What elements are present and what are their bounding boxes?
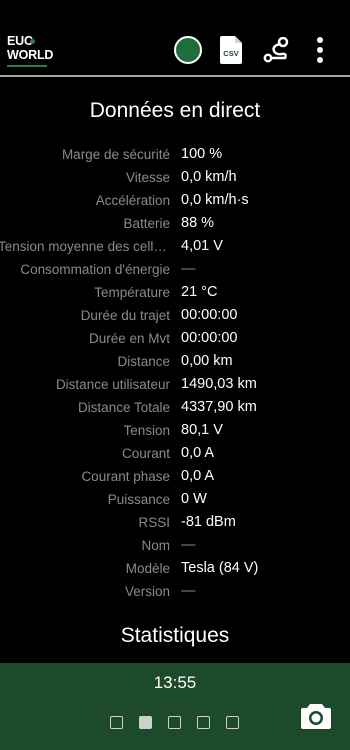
live-data-label: Tension moyenne des cellules xyxy=(0,239,170,254)
live-data-label: Température xyxy=(94,285,170,300)
route-icon xyxy=(263,36,289,63)
live-data-label: Batterie xyxy=(123,216,170,231)
logo-dot xyxy=(30,39,35,44)
page-dot-5[interactable] xyxy=(226,716,239,729)
camera-icon xyxy=(301,704,331,729)
live-data-row: Modèle Tesla (84 V) xyxy=(0,559,350,582)
page-dot-3[interactable] xyxy=(168,716,181,729)
live-data-label: RSSI xyxy=(138,515,170,530)
live-data-row: Distance 0,00 km xyxy=(0,352,350,375)
live-data-row: Batterie 88 % xyxy=(0,214,350,237)
live-data-label: Marge de sécurité xyxy=(61,147,170,162)
logo-line-2: WORLD xyxy=(7,48,54,62)
top-bar: EUC WORLD CSV xyxy=(0,0,350,75)
live-data-row: Courant 0,0 A xyxy=(0,444,350,467)
live-data-value: — xyxy=(181,537,196,553)
page-dot-2[interactable] xyxy=(139,716,152,729)
live-data-label: Modèle xyxy=(125,561,170,576)
live-data-value: — xyxy=(181,583,196,599)
app-screen: EUC WORLD CSV Données en direct Marge de… xyxy=(0,0,350,750)
live-data-label: Durée en Mvt xyxy=(88,331,170,346)
csv-icon-label: CSV xyxy=(223,49,238,58)
live-data-row: Durée du trajet 00:00:00 xyxy=(0,306,350,329)
live-data-row: Température 21 °C xyxy=(0,283,350,306)
live-data-row: Durée en Mvt 00:00:00 xyxy=(0,329,350,352)
live-data-title: Données en direct xyxy=(89,99,261,122)
connection-status-icon[interactable] xyxy=(174,36,202,64)
page-indicator xyxy=(110,716,250,732)
live-data-label: Courant phase xyxy=(81,469,170,484)
camera-button[interactable] xyxy=(300,702,332,730)
live-data-value: 0,0 A xyxy=(181,468,215,484)
live-data-value: 00:00:00 xyxy=(181,330,238,346)
live-data-value: — xyxy=(181,261,196,277)
euc-world-logo: EUC WORLD xyxy=(7,34,53,67)
live-data-row: Marge de sécurité 100 % xyxy=(0,145,350,168)
live-data-label: Version xyxy=(124,584,170,599)
live-data-row: Courant phase 0,0 A xyxy=(0,467,350,490)
logo-underline xyxy=(7,65,47,67)
csv-file-icon: CSV xyxy=(220,36,242,64)
live-data-value: 0 W xyxy=(181,491,207,507)
live-data-row: Accélération 0,0 km/h·s xyxy=(0,191,350,214)
statistics-title: Statistiques xyxy=(120,624,230,647)
live-data-value: 0,00 km xyxy=(181,353,233,369)
live-data-label: Puissance xyxy=(107,492,170,507)
live-data-value: 0,0 km/h·s xyxy=(181,192,249,208)
clock-text: 13:55 xyxy=(153,673,197,692)
live-data-row: Puissance 0 W xyxy=(0,490,350,513)
live-data-row: Consommation d'énergie — xyxy=(0,260,350,283)
live-data-row: Version — xyxy=(0,582,350,605)
route-button[interactable] xyxy=(263,36,289,63)
live-data-label: Distance Totale xyxy=(77,400,170,415)
bottom-bar: 13:55 xyxy=(0,663,350,750)
more-vert-icon xyxy=(317,37,323,63)
live-data-value: -81 dBm xyxy=(181,514,236,530)
more-options-button[interactable] xyxy=(312,36,328,64)
live-data-row: RSSI -81 dBm xyxy=(0,513,350,536)
live-data-row: Tension 80,1 V xyxy=(0,421,350,444)
live-data-list: Marge de sécurité 100 % Vitesse 0,0 km/h Acc… xyxy=(0,145,350,605)
logo-line-1: EUC xyxy=(7,34,33,48)
live-data-value: 0,0 A xyxy=(181,445,215,461)
live-data-value: 88 % xyxy=(181,215,215,231)
live-data-value: 00:00:00 xyxy=(181,307,238,323)
live-data-row: Tension moyenne des cellules 4,01 V xyxy=(0,237,350,260)
live-data-row: Distance Totale 4337,90 km xyxy=(0,398,350,421)
live-data-value: 100 % xyxy=(181,146,223,162)
live-data-panel[interactable]: Données en direct Marge de sécurité 100 %… xyxy=(0,77,350,663)
live-data-label: Tension xyxy=(123,423,170,438)
live-data-value: 4,01 V xyxy=(181,238,223,254)
live-data-label: Nom xyxy=(141,538,170,553)
live-data-label: Distance utilisateur xyxy=(55,377,170,392)
live-data-label: Distance xyxy=(117,354,170,369)
page-dot-4[interactable] xyxy=(197,716,210,729)
live-data-value: Tesla (84 V) xyxy=(181,560,259,576)
live-data-label: Vitesse xyxy=(125,170,170,185)
live-data-value: 21 °C xyxy=(181,284,218,300)
live-data-row: Vitesse 0,0 km/h xyxy=(0,168,350,191)
live-data-value: 1490,03 km xyxy=(181,376,257,392)
page-dot-1[interactable] xyxy=(110,716,123,729)
csv-export-button[interactable]: CSV xyxy=(220,36,242,64)
live-data-label: Consommation d'énergie xyxy=(20,262,170,277)
live-data-label: Durée du trajet xyxy=(80,308,170,323)
live-data-row: Distance utilisateur 1490,03 km xyxy=(0,375,350,398)
live-data-value: 80,1 V xyxy=(181,422,223,438)
live-data-row: Nom — xyxy=(0,536,350,559)
live-data-label: Courant xyxy=(121,446,170,461)
live-data-value: 4337,90 km xyxy=(181,399,257,415)
live-data-value: 0,0 km/h xyxy=(181,169,237,185)
live-data-label: Accélération xyxy=(95,193,170,208)
